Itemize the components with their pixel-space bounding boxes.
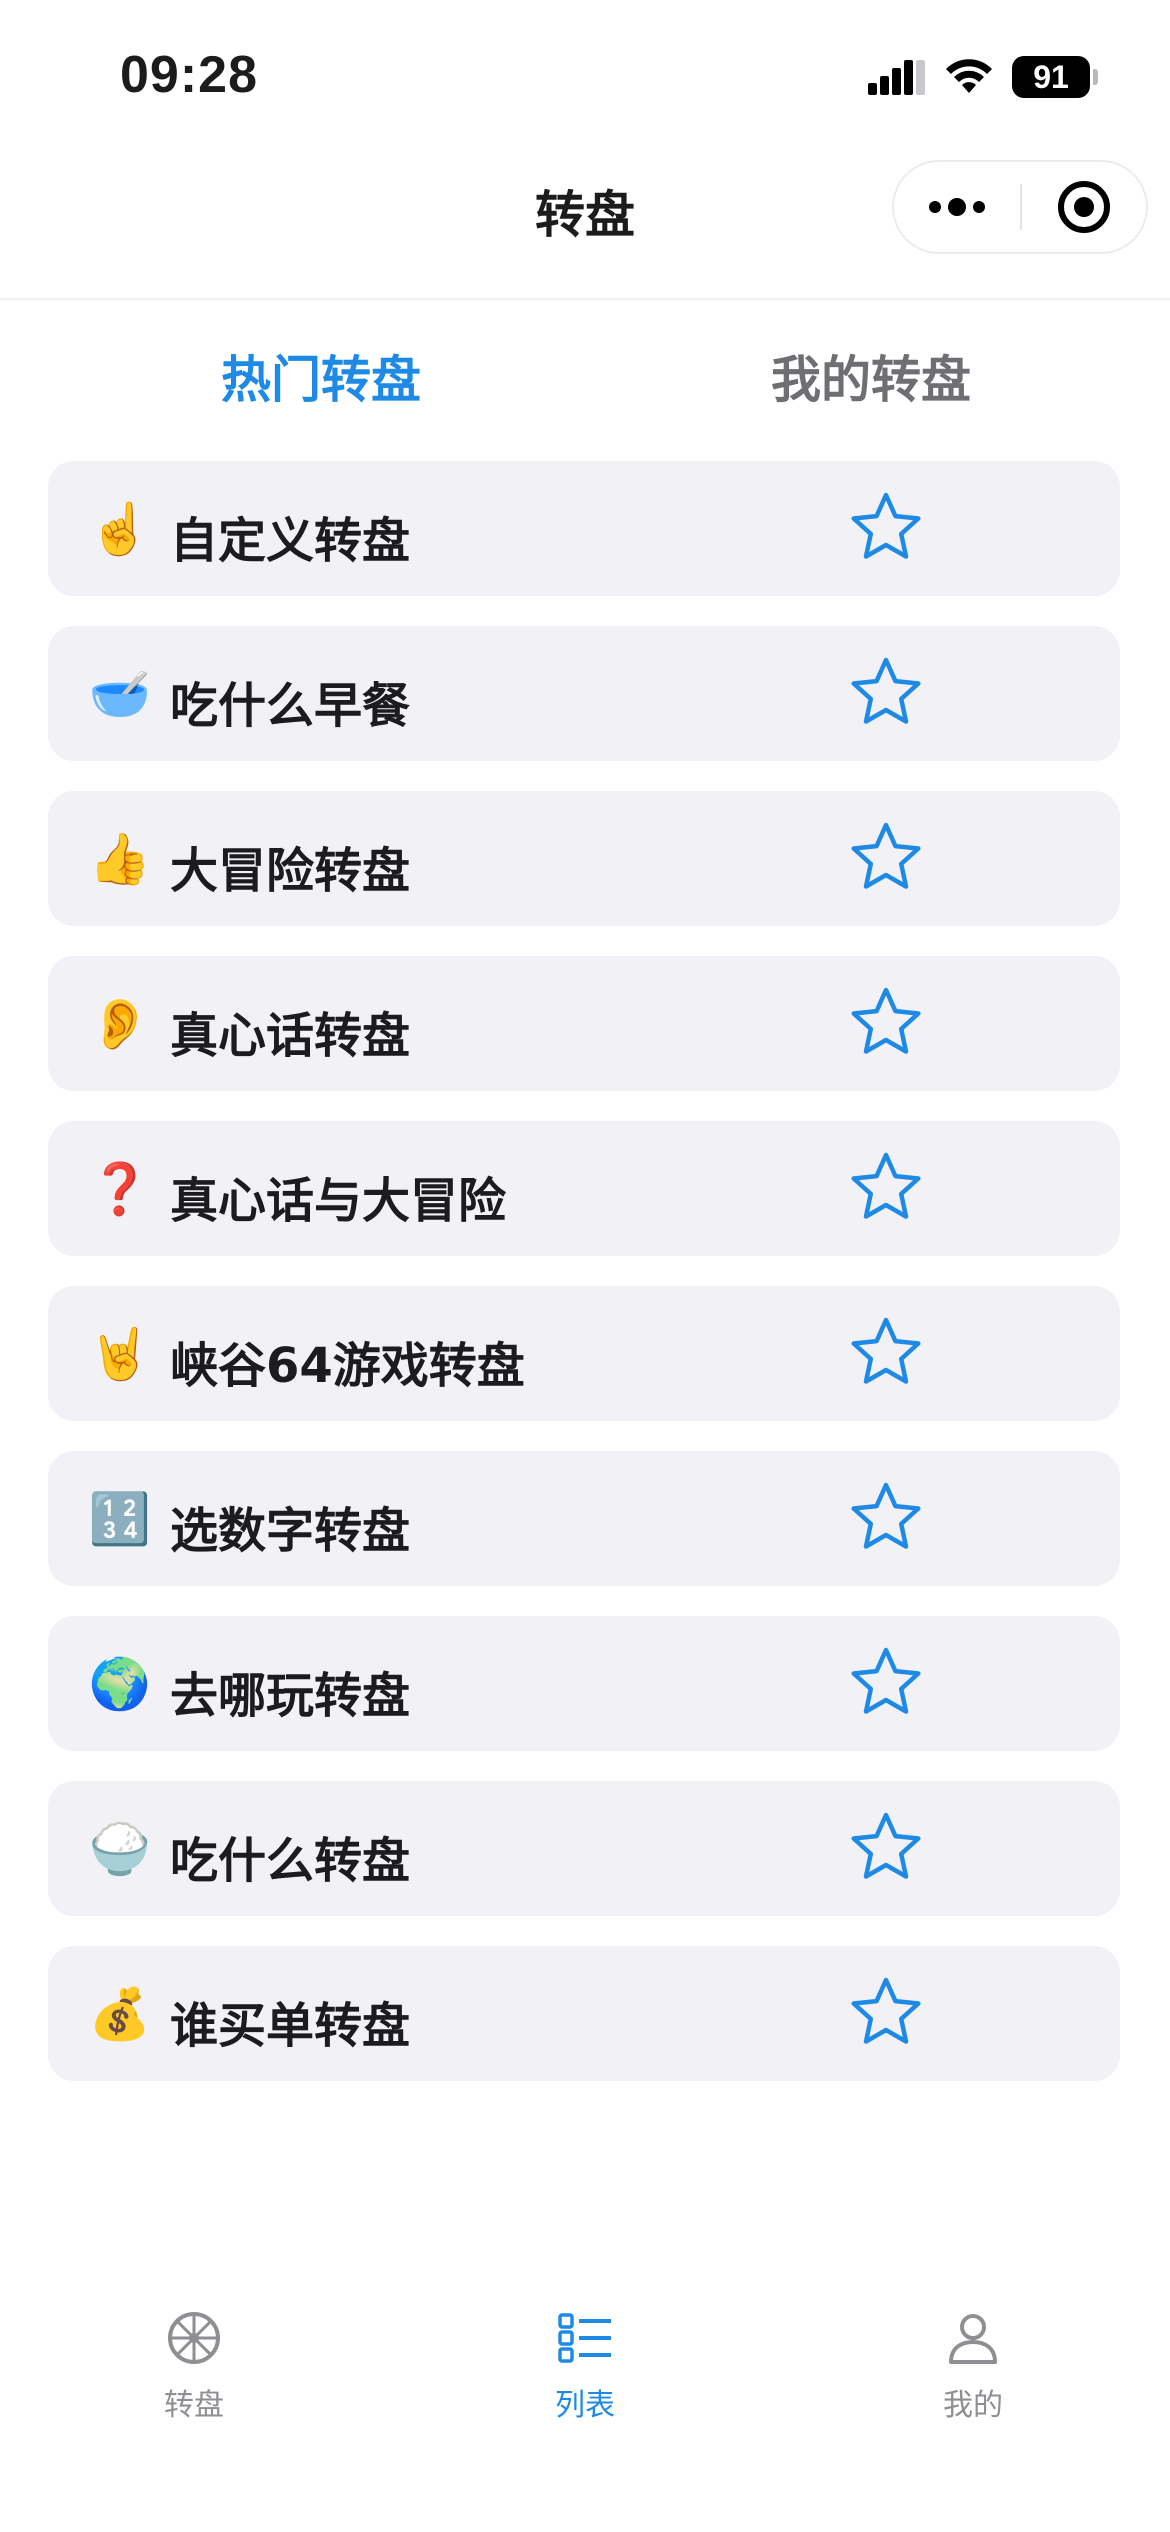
- person-icon: [949, 2314, 997, 2364]
- list-item[interactable]: 🔢 选数字转盘: [48, 1451, 1120, 1586]
- wheel-icon: [168, 2312, 220, 2364]
- tabbar-wheel[interactable]: 转盘: [94, 2310, 294, 2424]
- battery-tip: [1093, 69, 1098, 85]
- close-miniprogram-button[interactable]: [1022, 162, 1146, 252]
- ear-icon: 👂: [88, 995, 152, 1053]
- tabbar-wheel-label: 转盘: [164, 2388, 224, 2423]
- question-mark-icon: ❓: [88, 1160, 152, 1218]
- nav-bar: 转盘: [0, 150, 1170, 300]
- list-item[interactable]: 💰 谁买单转盘: [48, 1946, 1120, 2081]
- item-label: 谁买单转盘: [170, 1998, 411, 2054]
- tabbar-mine-label: 我的: [943, 2388, 1003, 2423]
- star-icon[interactable]: [848, 491, 924, 567]
- star-icon[interactable]: [848, 986, 924, 1062]
- pointing-up-icon: ☝️: [88, 500, 152, 558]
- star-icon[interactable]: [848, 1151, 924, 1227]
- list-icon: [558, 2313, 611, 2363]
- tab-hot-wheels[interactable]: 热门转盘: [121, 340, 521, 412]
- item-label: 真心话转盘: [170, 1008, 411, 1064]
- battery-level: 91: [1033, 58, 1069, 95]
- item-label: 去哪玩转盘: [170, 1668, 411, 1724]
- tabbar-list[interactable]: 列表: [485, 2310, 685, 2424]
- star-icon[interactable]: [848, 1976, 924, 2052]
- status-bar: 09:28 91: [0, 0, 1170, 150]
- star-icon[interactable]: [848, 821, 924, 897]
- status-icons: 91: [868, 52, 1098, 102]
- category-tabs: 热门转盘 我的转盘: [0, 340, 1170, 420]
- globe-icon: 🌍: [88, 1655, 152, 1713]
- item-label: 大冒险转盘: [170, 843, 411, 899]
- money-bag-icon: 💰: [88, 1985, 152, 2043]
- star-icon[interactable]: [848, 1646, 924, 1722]
- item-label: 峡谷64游戏转盘: [170, 1338, 525, 1394]
- target-circle-icon: [1058, 181, 1110, 233]
- list-item[interactable]: 🌍 去哪玩转盘: [48, 1616, 1120, 1751]
- numbers-icon: 🔢: [88, 1490, 152, 1548]
- more-button[interactable]: [894, 162, 1020, 252]
- star-icon[interactable]: [848, 1811, 924, 1887]
- wheel-list: ☝️ 自定义转盘 🥣 吃什么早餐 👍 大冒险转盘 👂 真心话转盘 ❓ 真心话与大…: [48, 461, 1120, 2111]
- rice-bowl-icon: 🍚: [88, 1820, 152, 1878]
- item-label: 自定义转盘: [170, 513, 411, 569]
- wifi-icon: [946, 59, 992, 93]
- list-item[interactable]: 👍 大冒险转盘: [48, 791, 1120, 926]
- star-icon[interactable]: [848, 1316, 924, 1392]
- status-time: 09:28: [120, 46, 258, 104]
- cellular-signal-icon: [868, 60, 925, 95]
- item-label: 吃什么转盘: [170, 1833, 411, 1889]
- bottom-tab-bar: 转盘 列表 我的: [0, 2280, 1170, 2532]
- list-item[interactable]: ❓ 真心话与大冒险: [48, 1121, 1120, 1256]
- battery-icon: 91: [1012, 56, 1098, 98]
- item-label: 吃什么早餐: [170, 678, 411, 734]
- list-item[interactable]: 🥣 吃什么早餐: [48, 626, 1120, 761]
- bowl-icon: 🥣: [88, 665, 152, 723]
- rock-hand-icon: 🤘: [88, 1325, 152, 1383]
- tabbar-mine[interactable]: 我的: [873, 2310, 1073, 2424]
- item-label: 真心话与大冒险: [170, 1173, 507, 1229]
- more-dots-icon: [929, 198, 985, 216]
- list-item[interactable]: 🍚 吃什么转盘: [48, 1781, 1120, 1916]
- list-item[interactable]: 🤘 峡谷64游戏转盘: [48, 1286, 1120, 1421]
- miniprogram-capsule: [892, 160, 1148, 254]
- item-label: 选数字转盘: [170, 1503, 411, 1559]
- list-item[interactable]: ☝️ 自定义转盘: [48, 461, 1120, 596]
- star-icon[interactable]: [848, 1481, 924, 1557]
- thumbs-up-icon: 👍: [88, 830, 152, 888]
- tabbar-list-label: 列表: [555, 2388, 615, 2423]
- star-icon[interactable]: [848, 656, 924, 732]
- list-item[interactable]: 👂 真心话转盘: [48, 956, 1120, 1091]
- tab-my-wheels[interactable]: 我的转盘: [671, 340, 1071, 412]
